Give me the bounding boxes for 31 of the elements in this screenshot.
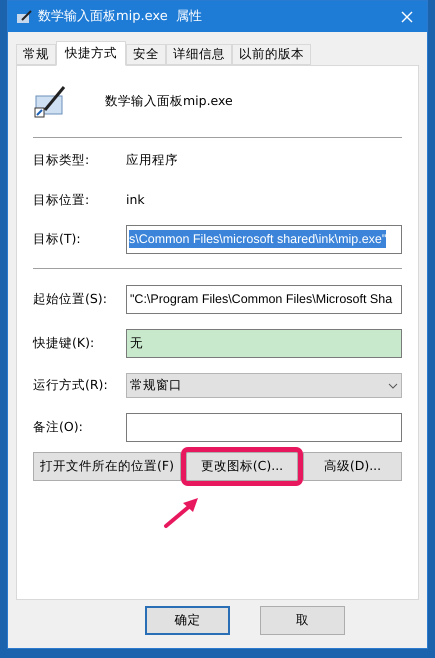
file-name: 数学输入面板mip.exe [105, 92, 233, 110]
target-field[interactable]: s\Common Files\microsoft shared\ink\mip.exe" [126, 224, 402, 254]
field-label: 目标位置: [33, 190, 90, 209]
chevron-down-icon [388, 382, 398, 388]
tab[interactable]: 快捷方式 [56, 41, 126, 66]
text-field[interactable]: "C:\Program Files\Common Files\Microsoft Sha [126, 285, 402, 314]
window-title: 数学输入面板mip.exe 属性 [38, 8, 202, 26]
text-field[interactable] [126, 413, 402, 442]
field-label: 备注(O): [33, 418, 84, 436]
selected-text: s\Common Files\microsoft shared\ink\mip.exe" [129, 230, 386, 248]
tab[interactable]: 安全 [126, 44, 166, 65]
tab[interactable]: 详细信息 [166, 44, 232, 65]
tab[interactable]: 以前的版本 [232, 44, 311, 65]
tab[interactable]: 常规 [16, 44, 56, 65]
field-label: 起始位置(S): [33, 290, 108, 308]
field-value: ink [126, 190, 145, 209]
pen-tablet-icon [16, 10, 32, 24]
dialog-button[interactable]: 取 [260, 606, 345, 635]
field-label: 快捷键(K): [33, 334, 96, 352]
action-button[interactable]: 高级(D)... [302, 452, 402, 481]
field-label: 目标(T): [33, 230, 82, 248]
pointer-arrow [163, 497, 201, 529]
hotkey-field[interactable]: 无 [126, 329, 402, 358]
dialog-button[interactable]: 确定 [145, 606, 230, 635]
field-value: 应用程序 [126, 150, 178, 169]
pen-tablet-icon [33, 84, 67, 118]
action-button[interactable]: 打开文件所在的位置(F) [33, 452, 181, 481]
field-label: 运行方式(R): [33, 376, 109, 394]
close-icon[interactable] [401, 10, 413, 22]
run-mode-dropdown[interactable]: 常规窗口 [126, 373, 402, 398]
field-label: 目标类型: [33, 150, 90, 169]
